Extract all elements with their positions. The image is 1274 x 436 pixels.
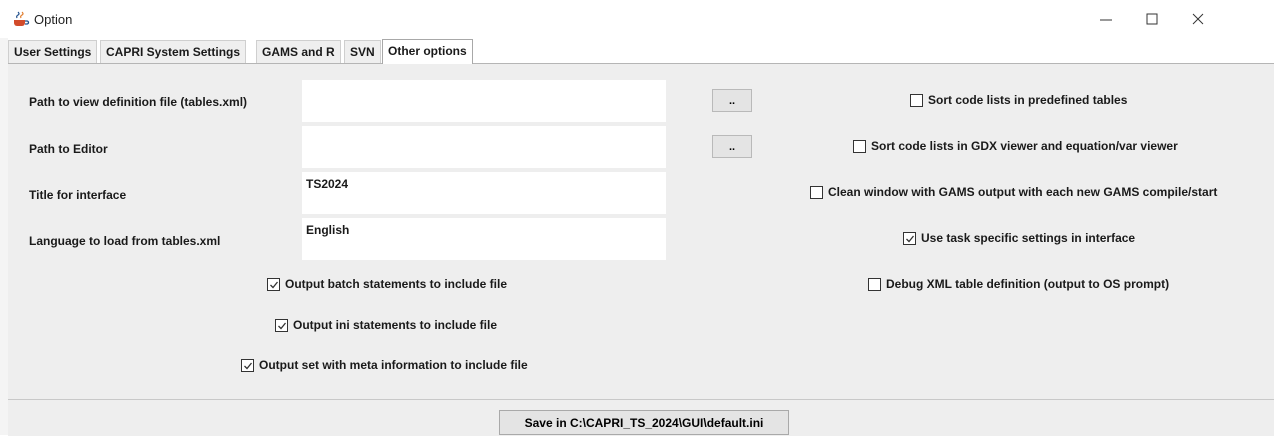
maximize-icon	[1146, 13, 1158, 25]
language-label: Language to load from tables.xml	[29, 234, 221, 248]
sort-gdx-checkbox[interactable]: Sort code lists in GDX viewer and equati…	[853, 139, 1178, 153]
clean-window-label: Clean window with GAMS output with each …	[828, 185, 1218, 199]
task-specific-label: Use task specific settings in interface	[921, 231, 1136, 245]
debug-xml-checkbox[interactable]: Debug XML table definition (output to OS…	[868, 277, 1169, 291]
checkbox-checked-icon	[267, 277, 280, 291]
sort-predefined-label: Sort code lists in predefined tables	[928, 93, 1128, 107]
tab-svn[interactable]: SVN	[344, 40, 381, 63]
checkbox-unchecked-icon	[810, 185, 823, 199]
view-def-label: Path to view definition file (tables.xml…	[29, 95, 248, 109]
browse-view-def-button[interactable]: ..	[712, 89, 752, 112]
tab-capri-system-settings[interactable]: CAPRI System Settings	[100, 40, 247, 63]
tab-other-options[interactable]: Other options	[382, 39, 473, 64]
output-batch-label: Output batch statements to include file	[285, 277, 508, 291]
checkbox-unchecked-icon	[853, 139, 866, 153]
title-bar: Option	[0, 0, 1274, 38]
output-ini-label: Output ini statements to include file	[293, 318, 498, 332]
checkbox-unchecked-icon	[910, 93, 923, 107]
output-set-meta-label: Output set with meta information to incl…	[259, 358, 528, 372]
checkbox-unchecked-icon	[868, 277, 881, 291]
save-button[interactable]: Save in C:\CAPRI_TS_2024\GUI\default.ini	[499, 410, 789, 435]
checkbox-checked-icon	[903, 231, 916, 245]
minimize-button[interactable]	[1083, 4, 1129, 34]
maximize-button[interactable]	[1129, 4, 1175, 34]
tab-gams-and-r[interactable]: GAMS and R	[256, 40, 341, 63]
checkbox-checked-icon	[241, 358, 254, 372]
java-cup-icon	[12, 11, 30, 27]
clean-window-checkbox[interactable]: Clean window with GAMS output with each …	[810, 185, 1217, 199]
browse-editor-button[interactable]: ..	[712, 135, 752, 158]
checkbox-checked-icon	[275, 318, 288, 332]
language-input[interactable]: English	[302, 218, 666, 260]
output-batch-checkbox[interactable]: Output batch statements to include file	[267, 277, 507, 291]
close-button[interactable]	[1175, 4, 1221, 34]
tab-bar: User Settings CAPRI System Settings GAMS…	[8, 39, 1274, 64]
title-label: Title for interface	[29, 188, 127, 202]
view-def-path-input[interactable]	[302, 80, 666, 122]
minimize-icon	[1100, 19, 1112, 21]
tab-user-settings[interactable]: User Settings	[8, 40, 98, 63]
window-edge	[0, 38, 8, 435]
output-set-meta-checkbox[interactable]: Output set with meta information to incl…	[241, 358, 528, 372]
editor-label: Path to Editor	[29, 142, 108, 156]
task-specific-checkbox[interactable]: Use task specific settings in interface	[903, 231, 1135, 245]
footer-bar: Save in C:\CAPRI_TS_2024\GUI\default.ini	[8, 399, 1274, 436]
sort-predefined-checkbox[interactable]: Sort code lists in predefined tables	[910, 93, 1127, 107]
other-options-panel: Path to view definition file (tables.xml…	[8, 64, 1274, 399]
sort-gdx-label: Sort code lists in GDX viewer and equati…	[871, 139, 1178, 153]
debug-xml-label: Debug XML table definition (output to OS…	[886, 277, 1170, 291]
interface-title-input[interactable]: TS2024	[302, 172, 666, 214]
close-icon	[1192, 13, 1204, 25]
editor-path-input[interactable]	[302, 126, 666, 168]
output-ini-checkbox[interactable]: Output ini statements to include file	[275, 318, 497, 332]
window-title: Option	[34, 12, 73, 27]
